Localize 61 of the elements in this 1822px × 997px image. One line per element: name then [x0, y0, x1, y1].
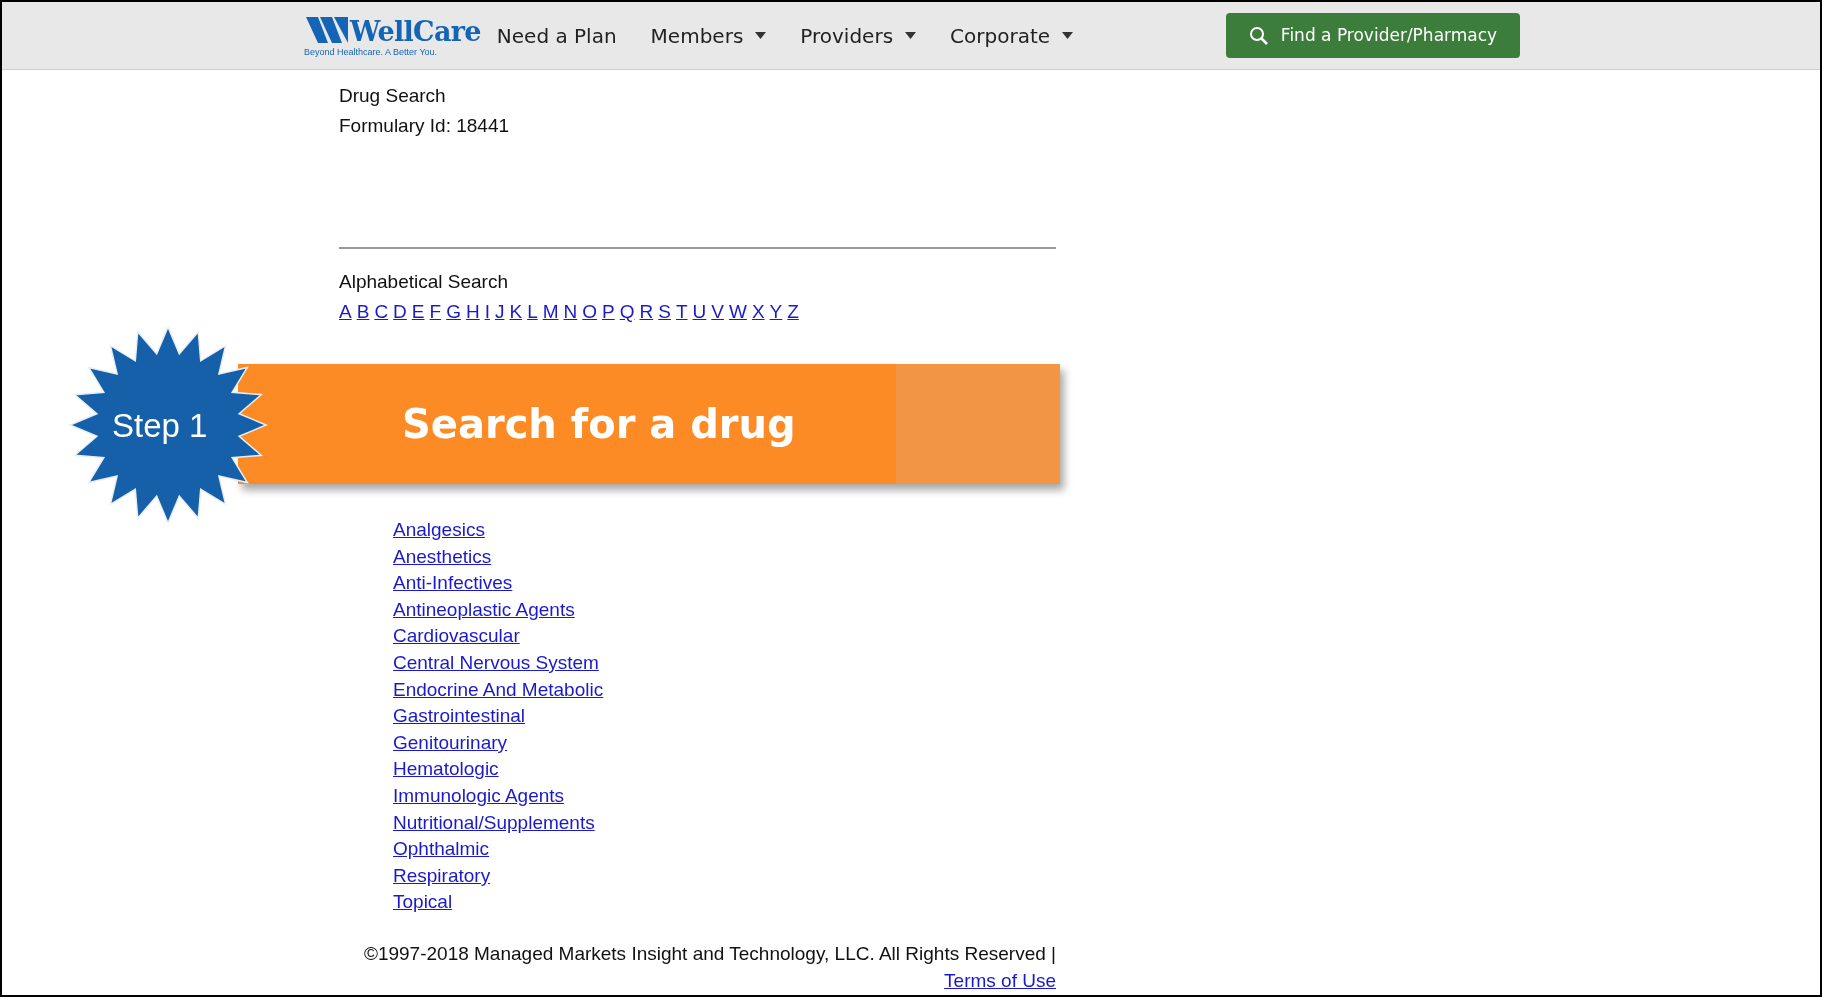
letter-link[interactable]: A: [339, 297, 352, 327]
letter-link[interactable]: G: [446, 297, 461, 327]
therapeutic-class-link[interactable]: Ophthalmic: [393, 836, 490, 863]
letter-link[interactable]: V: [711, 297, 724, 327]
letter-link[interactable]: D: [393, 297, 407, 327]
therapeutic-class-link[interactable]: Immunologic Agents: [393, 782, 565, 810]
letter-link[interactable]: O: [582, 297, 598, 327]
nav-link[interactable]: Members: [650, 20, 767, 51]
letter-link[interactable]: E: [411, 297, 425, 327]
letter-link[interactable]: F: [429, 297, 442, 327]
find-provider-button[interactable]: Find a Provider/Pharmacy: [1226, 13, 1520, 58]
therapeutic-class-link[interactable]: Analgesics: [393, 517, 485, 544]
copyright-text: ©1997-2018 Managed Markets Insight and Technology, LLC. All Rights Reserved |: [363, 941, 1056, 966]
alphabetical-search-heading: Alphabetical Search: [339, 270, 509, 294]
therapeutic-class-link[interactable]: Topical: [393, 889, 453, 916]
logo-mark-icon: [304, 14, 350, 45]
therapeutic-class-link[interactable]: Antineoplastic Agents: [393, 596, 575, 624]
logo-tagline: Beyond Healthcare. A Better You.: [304, 47, 439, 57]
nav-link[interactable]: Providers: [800, 20, 917, 51]
search-icon: [1248, 25, 1269, 46]
letter-link[interactable]: K: [509, 297, 523, 327]
letter-link[interactable]: C: [374, 297, 389, 327]
letter-link[interactable]: S: [658, 297, 671, 327]
logo[interactable]: WellCare Beyond Healthcare. A Better You.: [304, 14, 481, 57]
caret-icon: [755, 32, 767, 39]
logo-wordmark: WellCare: [350, 17, 481, 45]
letter-link[interactable]: B: [356, 297, 370, 327]
letter-link[interactable]: Y: [769, 297, 783, 327]
caret-icon: [905, 32, 917, 39]
letter-link[interactable]: Z: [787, 297, 799, 327]
caret-icon: [1062, 32, 1074, 39]
therapeutic-class-link[interactable]: Hematologic: [393, 756, 499, 783]
therapeutic-class-link[interactable]: Cardiovascular: [393, 623, 520, 650]
step-label: Step 1: [112, 407, 208, 445]
nav-link[interactable]: Corporate: [950, 20, 1074, 51]
page-title: Drug Search: [339, 84, 447, 108]
letter-link[interactable]: Q: [619, 297, 635, 327]
therapeutic-class-link[interactable]: Respiratory: [393, 862, 491, 890]
therapeutic-class-link[interactable]: Endocrine And Metabolic: [393, 676, 604, 704]
letter-link[interactable]: W: [728, 297, 747, 327]
letter-link[interactable]: I: [484, 297, 490, 327]
letter-link[interactable]: R: [639, 297, 654, 327]
therapeutic-class-link[interactable]: Gastrointestinal: [393, 703, 525, 730]
letter-link[interactable]: M: [542, 297, 559, 327]
letter-link[interactable]: N: [563, 297, 578, 327]
letter-link[interactable]: T: [675, 297, 688, 327]
callout-text: Search for a drug: [402, 400, 796, 449]
letter-link[interactable]: X: [751, 297, 765, 327]
therapeutic-class-link[interactable]: Anesthetics: [393, 543, 492, 571]
therapeutic-class-link[interactable]: Genitourinary: [393, 729, 508, 757]
letter-link[interactable]: U: [692, 297, 707, 327]
letter-link[interactable]: P: [602, 297, 615, 327]
letter-link[interactable]: L: [527, 297, 538, 327]
nav-link[interactable]: Need a Plan: [496, 20, 617, 51]
terms-of-use-link[interactable]: Terms of Use: [944, 967, 1056, 994]
letter-link[interactable]: H: [465, 297, 480, 327]
formulary-id: Formulary Id: 18441: [339, 114, 511, 138]
letter-link[interactable]: J: [494, 297, 505, 327]
therapeutic-class-link[interactable]: Anti-Infectives: [393, 570, 513, 597]
therapeutic-class-link[interactable]: Central Nervous System: [393, 649, 599, 677]
therapeutic-class-link[interactable]: Nutritional/Supplements: [393, 809, 595, 837]
